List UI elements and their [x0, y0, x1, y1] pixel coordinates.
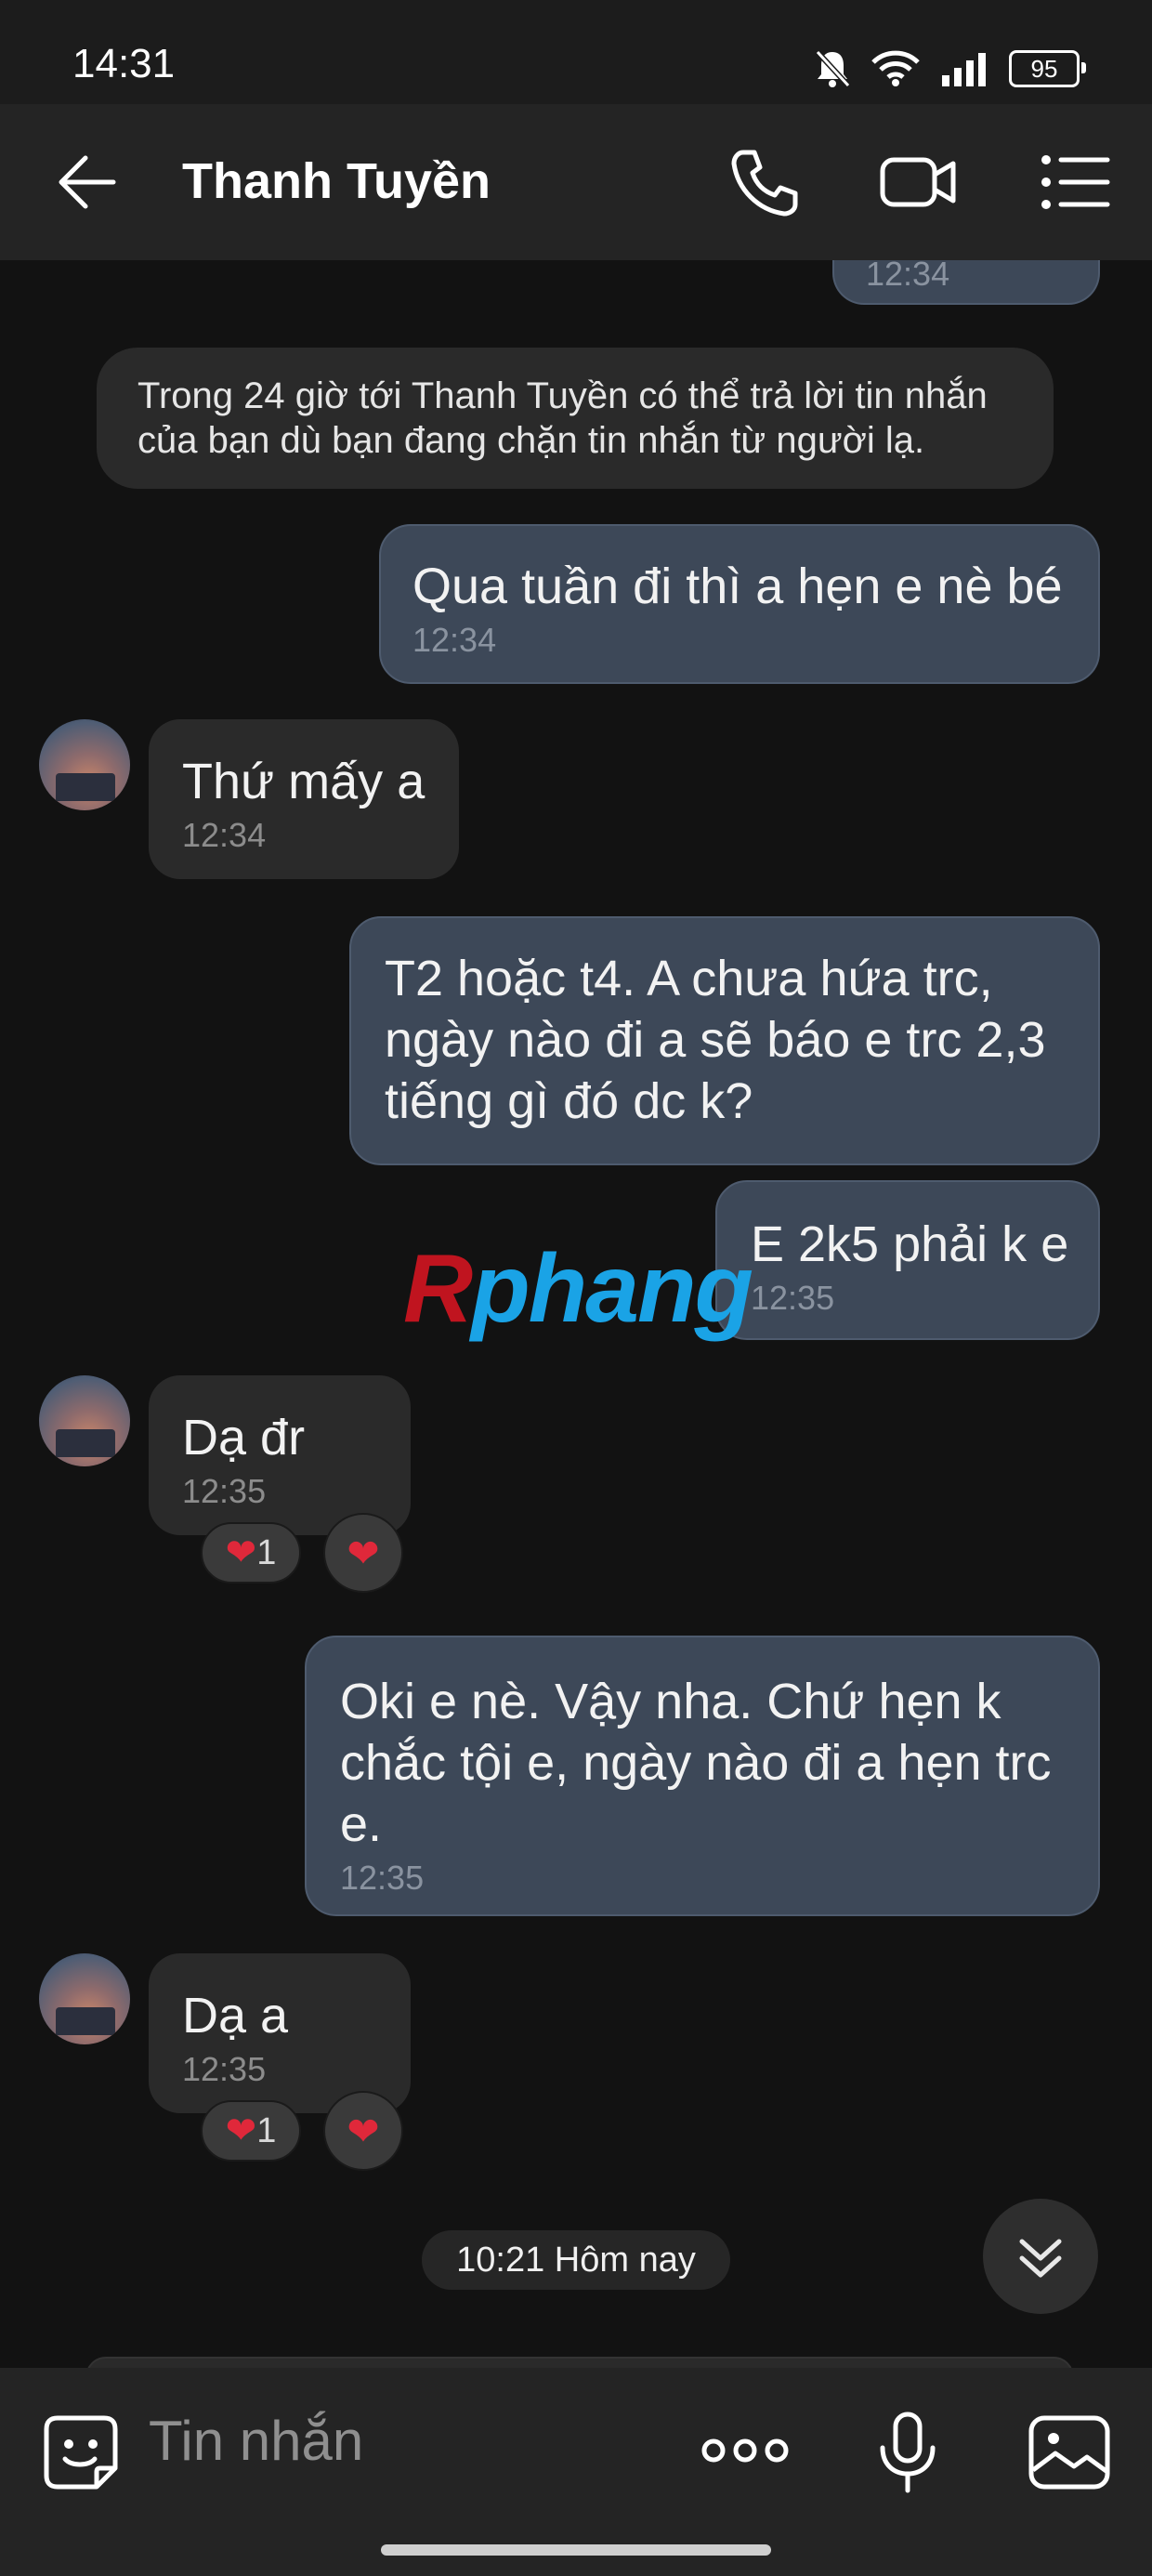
message-text: Qua tuần đi thì a hẹn e nè bé	[412, 559, 1063, 614]
heart-icon: ❤	[225, 1532, 257, 1573]
message-time: 12:34	[412, 621, 497, 659]
message-text: E 2k5 phải k e	[751, 1216, 1069, 1272]
gesture-handle[interactable]	[381, 2544, 771, 2556]
sticker-face-icon[interactable]	[41, 2412, 121, 2492]
chevron-double-down-icon	[1019, 2239, 1062, 2278]
message-time: 12:35	[182, 1472, 267, 1510]
message-bubble-incoming[interactable]: Dạ a 12:35	[149, 1953, 411, 2113]
add-reaction-button[interactable]: ❤	[323, 2091, 403, 2171]
message-text: Dạ a	[182, 1988, 289, 2044]
message-bubble-outgoing[interactable]: E 2k5 phải k e 12:35	[715, 1180, 1100, 1340]
reaction-count-badge[interactable]: ❤ 1	[201, 1522, 301, 1584]
scroll-to-bottom-button[interactable]	[983, 2199, 1098, 2314]
list-menu-icon[interactable]	[1037, 143, 1115, 221]
message-text: Thứ mấy a	[182, 754, 425, 809]
watermark-first: R	[403, 1235, 473, 1343]
wifi-icon	[871, 50, 920, 86]
message-bubble-incoming[interactable]: Dạ đr 12:35	[149, 1375, 411, 1535]
arrow-left-icon[interactable]	[52, 147, 123, 217]
message-time: 12:35	[751, 1279, 835, 1317]
bell-muted-icon	[815, 49, 851, 88]
avatar[interactable]	[39, 719, 130, 810]
message-time: 12:35	[182, 2050, 267, 2088]
message-time: 12:34	[866, 255, 950, 293]
header-overlay: Thanh Tuyền	[0, 104, 1152, 260]
status-icons: 95	[814, 41, 1086, 97]
day-separator: 10:21 Hôm nay	[422, 2230, 730, 2290]
message-input[interactable]: Tin nhắn	[149, 2409, 363, 2473]
message-time: 12:34	[182, 816, 267, 854]
heart-icon: ❤	[347, 1531, 380, 1575]
video-camera-icon[interactable]	[879, 143, 957, 221]
contact-name[interactable]: Thanh Tuyền	[182, 152, 491, 210]
reaction-count-badge[interactable]: ❤ 1	[201, 2100, 301, 2162]
watermark-logo: Rphang	[403, 1234, 753, 1345]
status-bar: 14:31 95	[0, 0, 1152, 104]
battery-indicator: 95	[1009, 50, 1086, 87]
message-input-bar: Tin nhắn	[0, 2368, 1152, 2576]
add-reaction-button[interactable]: ❤	[323, 1513, 403, 1593]
system-notice: Trong 24 giờ tới Thanh Tuyền có thể trả …	[97, 348, 1054, 489]
phone-icon[interactable]	[725, 143, 803, 221]
message-bubble-incoming[interactable]: Thứ mấy a 12:34	[149, 719, 459, 879]
message-bubble-outgoing[interactable]: T2 hoặc t4. A chưa hứa trc, ngày nào đi …	[349, 916, 1100, 1165]
avatar[interactable]	[39, 1953, 130, 2044]
message-bubble-outgoing[interactable]: Qua tuần đi thì a hẹn e nè bé 12:34	[379, 524, 1100, 684]
image-icon[interactable]	[1028, 2414, 1111, 2491]
avatar[interactable]	[39, 1375, 130, 1466]
more-dots-icon[interactable]	[700, 2427, 790, 2474]
message-time: 12:35	[340, 1859, 425, 1897]
message-text: T2 hoặc t4. A chưa hứa trc, ngày nào đi …	[385, 951, 1046, 1129]
watermark-rest: phang	[471, 1235, 753, 1343]
message-text: Oki e nè. Vậy nha. Chứ hẹn k chắc tội e,…	[340, 1674, 1052, 1852]
message-bubble-outgoing[interactable]: Oki e nè. Vậy nha. Chứ hẹn k chắc tội e,…	[305, 1636, 1100, 1916]
heart-icon: ❤	[225, 2110, 257, 2151]
heart-icon: ❤	[347, 2109, 380, 2153]
message-text: Dạ đr	[182, 1410, 306, 1465]
signal-icon	[942, 53, 986, 86]
microphone-icon[interactable]	[875, 2411, 940, 2494]
reaction-count: 1	[256, 2110, 277, 2150]
reaction-count: 1	[256, 1532, 277, 1572]
status-time: 14:31	[72, 41, 176, 86]
